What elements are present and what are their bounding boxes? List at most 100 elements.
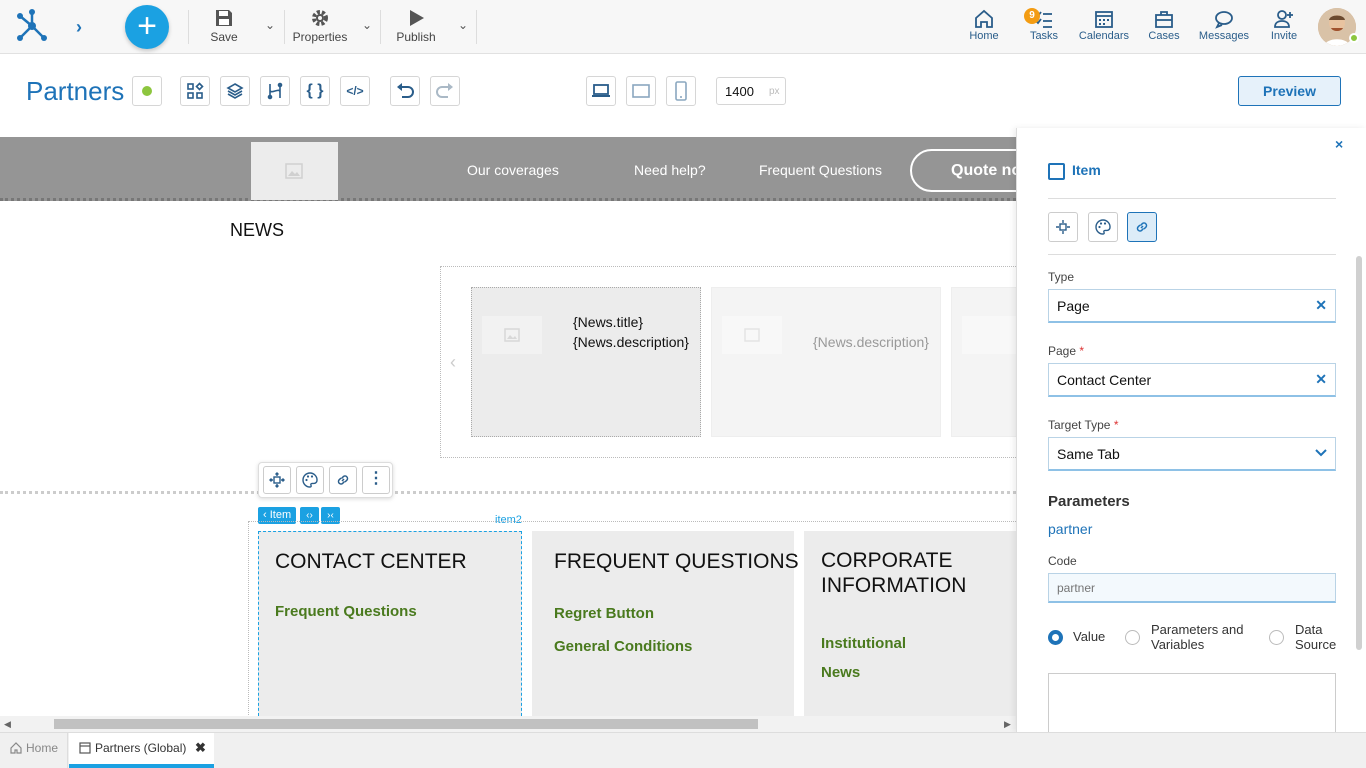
close-tab-icon[interactable]: ✖ — [195, 740, 206, 756]
tab-home[interactable]: Home — [0, 733, 68, 768]
code-label: Code — [1048, 554, 1077, 568]
save-dropdown-chevron-icon[interactable]: ⌄ — [265, 18, 275, 32]
target-type-value: Same Tab — [1057, 446, 1120, 462]
properties-dropdown-chevron-icon[interactable]: ⌄ — [362, 18, 372, 32]
image-placeholder-icon — [285, 163, 303, 179]
flow-button[interactable] — [260, 76, 290, 106]
footer-link[interactable]: Regret Button — [554, 605, 654, 622]
menu-our-coverages[interactable]: Our coverages — [467, 162, 559, 178]
calendar-icon — [1095, 11, 1113, 28]
radio-source-label: Data Source — [1295, 622, 1337, 652]
menu-frequent-questions[interactable]: Frequent Questions — [759, 162, 882, 178]
layers-button[interactable] — [220, 76, 250, 106]
code-input[interactable] — [1048, 573, 1336, 603]
footer-column-corporate[interactable]: CORPORATE INFORMATION Institutional News — [804, 531, 1016, 716]
publish-button[interactable]: Publish — [394, 8, 438, 48]
nav-cases[interactable]: Cases — [1134, 8, 1194, 48]
tablet-view-button[interactable] — [626, 76, 656, 106]
close-panel-icon[interactable]: × — [1335, 136, 1343, 152]
page-field[interactable]: Contact Center ✕ — [1048, 363, 1336, 397]
move-button[interactable] — [263, 466, 291, 494]
expand-chevron-icon[interactable]: › — [76, 17, 92, 37]
code-button[interactable]: </> — [340, 76, 370, 106]
footer-column-contact[interactable]: CONTACT CENTER Frequent Questions — [258, 531, 522, 716]
nav-tasks[interactable]: Tasks — [1014, 8, 1074, 48]
desktop-view-button[interactable] — [586, 76, 616, 106]
app-logo-icon[interactable] — [14, 8, 50, 44]
clear-type-icon[interactable]: ✕ — [1315, 297, 1327, 314]
add-button[interactable]: + — [125, 5, 169, 49]
horizontal-scrollbar[interactable]: ◀ ▶ — [0, 716, 1016, 732]
footer-link[interactable]: News — [821, 664, 860, 681]
quote-button[interactable]: Quote no — [910, 149, 1016, 192]
tablet-icon — [632, 84, 650, 98]
panel-scrollbar[interactable] — [1356, 256, 1362, 650]
item-floating-toolbar: ⋮ — [258, 462, 393, 498]
mobile-view-button[interactable] — [666, 76, 696, 106]
divider — [284, 10, 285, 44]
laptop-icon — [592, 84, 610, 97]
type-field[interactable]: Page ✕ — [1048, 289, 1336, 323]
radio-parameters-variables[interactable] — [1125, 630, 1140, 645]
divider — [380, 10, 381, 44]
save-button[interactable]: Save — [204, 8, 244, 48]
carousel-prev-icon[interactable]: ‹ — [450, 352, 456, 373]
radio-data-source[interactable] — [1269, 630, 1284, 645]
news-card[interactable]: {News.description} — [711, 287, 941, 437]
scroll-thumb[interactable] — [54, 719, 758, 729]
preview-button[interactable]: Preview — [1238, 76, 1341, 106]
link-button[interactable] — [329, 466, 357, 494]
scroll-left-icon[interactable]: ◀ — [4, 719, 11, 730]
footer-link[interactable]: Institutional — [821, 635, 906, 652]
tab-home-label: Home — [26, 741, 59, 755]
footer-column-faq[interactable]: FREQUENT QUESTIONS Regret Button General… — [532, 531, 799, 716]
briefcase-icon — [1155, 11, 1173, 28]
news-heading: NEWS — [230, 220, 284, 240]
radio-value[interactable] — [1048, 630, 1063, 645]
nav-home[interactable]: Home — [954, 8, 1014, 48]
nav-messages-label: Messages — [1198, 30, 1250, 42]
palette-icon — [302, 472, 318, 488]
news-card[interactable]: {News.title} {News.description} — [471, 287, 701, 437]
news-image-placeholder — [722, 316, 782, 354]
news-title: {News.title} — [573, 314, 644, 330]
divider — [1048, 198, 1336, 199]
move-icon — [1056, 220, 1070, 234]
scroll-right-icon[interactable]: ▶ — [1004, 719, 1011, 730]
news-card[interactable] — [951, 287, 1016, 437]
undo-icon — [397, 83, 414, 98]
width-value: 1400 — [725, 84, 754, 99]
style-button[interactable] — [296, 466, 324, 494]
nav-invite[interactable]: Invite — [1254, 8, 1314, 48]
panel-tab-layout[interactable] — [1048, 212, 1078, 242]
footer-link[interactable]: General Conditions — [554, 638, 692, 655]
undo-button[interactable] — [390, 76, 420, 106]
tab-partners[interactable]: Partners (Global) ✖ — [69, 733, 214, 768]
layers-icon — [226, 83, 244, 99]
parameter-value-textarea[interactable] — [1048, 673, 1336, 735]
width-field[interactable]: 1400 px — [716, 77, 786, 105]
braces-button[interactable]: { } — [300, 76, 330, 106]
redo-button[interactable] — [430, 76, 460, 106]
design-canvas[interactable]: Our coverages Need help? Frequent Questi… — [0, 137, 1016, 716]
nav-invite-label: Invite — [1270, 30, 1298, 42]
panel-tab-link[interactable] — [1127, 212, 1157, 242]
more-options-icon[interactable]: ⋮ — [362, 466, 390, 494]
footer-link[interactable]: Frequent Questions — [275, 603, 417, 620]
components-button[interactable] — [180, 76, 210, 106]
publish-dropdown-chevron-icon[interactable]: ⌄ — [458, 18, 468, 32]
clear-page-icon[interactable]: ✕ — [1315, 371, 1327, 388]
target-type-select[interactable]: Same Tab — [1048, 437, 1336, 471]
news-description: {News.description} — [573, 334, 689, 350]
chevron-down-icon — [1315, 449, 1327, 457]
status-toggle-button[interactable] — [132, 76, 162, 106]
nav-messages[interactable]: Messages — [1194, 8, 1254, 48]
nav-cases-label: Cases — [1148, 30, 1180, 42]
properties-button[interactable]: Properties — [292, 8, 348, 48]
menu-need-help[interactable]: Need help? — [634, 162, 706, 178]
nav-calendars[interactable]: Calendars — [1074, 8, 1134, 48]
online-status-dot — [1349, 33, 1359, 43]
site-logo-placeholder[interactable] — [251, 142, 338, 200]
panel-tab-style[interactable] — [1088, 212, 1118, 242]
save-label: Save — [210, 30, 238, 44]
